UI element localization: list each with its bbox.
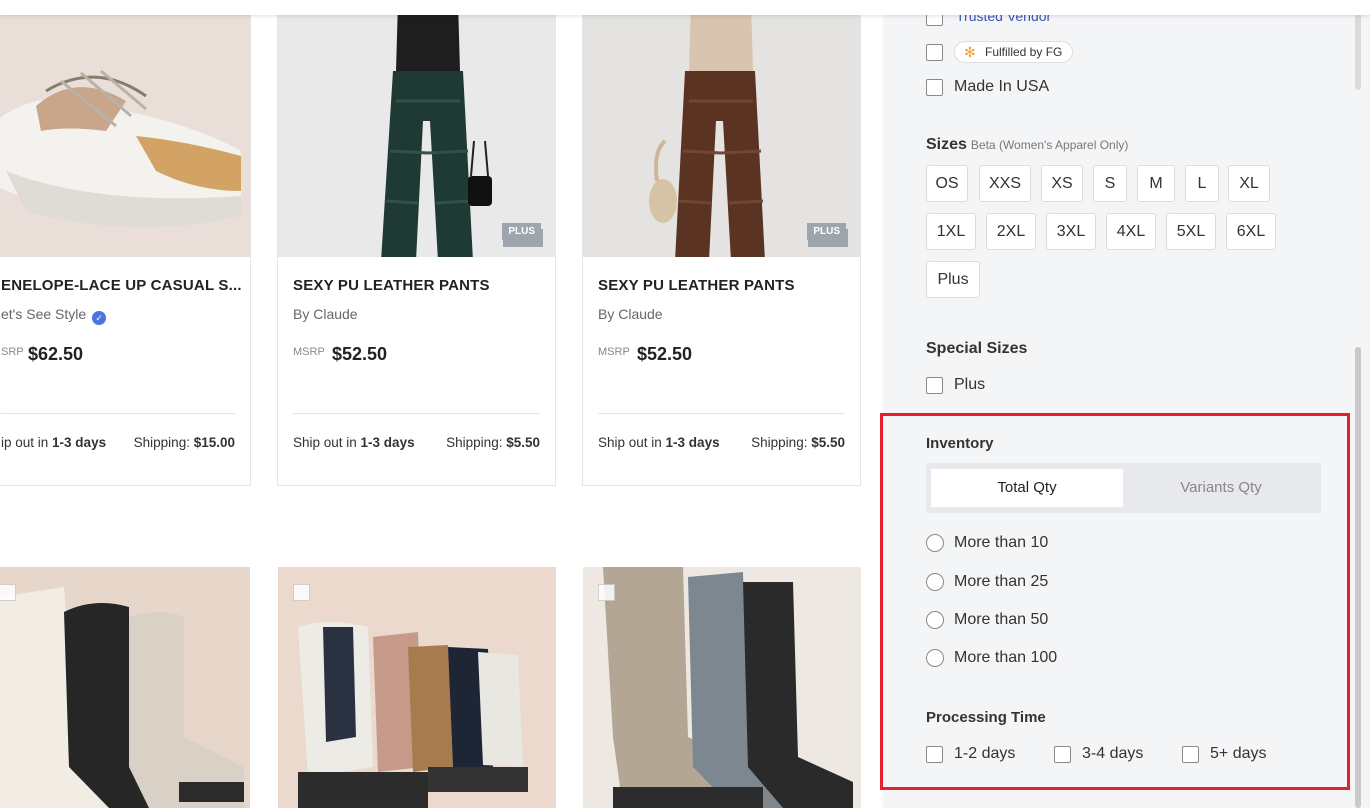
size-button-xl[interactable]: XL [1228, 165, 1270, 202]
ship-prefix: ip out in [1, 435, 53, 450]
ship-time: ip out in 1-3 days [1, 435, 106, 450]
product-card[interactable]: PLUS SEXY PU LEATHER PANTS By Claude MSR… [277, 0, 556, 486]
sizes-title-text: Sizes [926, 136, 967, 153]
product-price: $52.50 [332, 344, 388, 364]
shipping-label: Shipping: [751, 435, 812, 450]
size-button-os[interactable]: OS [926, 165, 968, 202]
filter-sidebar [883, 0, 1370, 808]
size-button-l[interactable]: L [1185, 165, 1219, 202]
sizes-title: Sizes Beta (Women's Apparel Only) [926, 136, 1128, 154]
product-select-checkbox[interactable] [598, 584, 615, 601]
product-vendor[interactable]: et's See Style ✓ [1, 306, 107, 325]
plus-badge: PLUS [502, 223, 541, 240]
made-in-usa-label[interactable]: Made In USA [954, 78, 1049, 96]
inventory-radio-25[interactable] [926, 573, 944, 591]
processing-3-4-checkbox[interactable] [1054, 746, 1071, 763]
shipping-value: $5.50 [811, 435, 845, 450]
product-title[interactable]: SEXY PU LEATHER PANTS [598, 277, 795, 294]
product-price: $62.50 [28, 344, 84, 364]
product-vendor[interactable]: By Claude [598, 306, 663, 322]
fulfilled-by-fg-label: Fulfilled by FG [985, 45, 1063, 59]
msrp-label: MSRP [293, 346, 325, 358]
sizes-beta-note: Beta (Women's Apparel Only) [970, 138, 1129, 152]
inventory-option-label[interactable]: More than 25 [954, 573, 1048, 591]
size-button-s[interactable]: S [1093, 165, 1127, 202]
product-select-checkbox[interactable] [0, 584, 16, 601]
size-button-xs[interactable]: XS [1041, 165, 1083, 202]
special-size-plus-checkbox[interactable] [926, 377, 943, 394]
fulfilled-by-fg-pill[interactable]: ✻ Fulfilled by FG [954, 41, 1074, 63]
inventory-option-label[interactable]: More than 50 [954, 611, 1048, 629]
verified-badge-icon: ✓ [92, 311, 107, 325]
tab-variants-qty[interactable]: Variants Qty [1126, 469, 1316, 507]
vendor-name[interactable]: et's See Style [1, 306, 86, 322]
product-image[interactable] [0, 567, 250, 808]
inventory-radio-100[interactable] [926, 649, 944, 667]
msrp-label: SRP [1, 346, 24, 358]
card-divider [1, 413, 235, 414]
ship-prefix: Ship out in [598, 435, 666, 450]
product-select-checkbox[interactable] [293, 584, 310, 601]
shipping-label: Shipping: [446, 435, 507, 450]
ship-time: Ship out in 1-3 days [598, 435, 720, 450]
size-button-plus[interactable]: Plus [926, 261, 980, 298]
ship-days: 1-3 days [665, 435, 720, 450]
size-button-6xl[interactable]: 6XL [1226, 213, 1276, 250]
product-card[interactable]: PLUS SEXY PU LEATHER PANTS By Claude MSR… [582, 0, 861, 486]
top-header-strip [0, 0, 1370, 15]
processing-option-label[interactable]: 3-4 days [1082, 745, 1143, 763]
processing-1-2-checkbox[interactable] [926, 746, 943, 763]
inventory-title: Inventory [926, 435, 994, 452]
product-vendor[interactable]: By Claude [293, 306, 358, 322]
msrp-label: MSRP [598, 346, 630, 358]
fulfilled-by-fg-checkbox[interactable] [926, 44, 943, 61]
sidebar-scrollbar-thumb[interactable] [1355, 347, 1361, 808]
processing-time-title: Processing Time [926, 709, 1046, 726]
tab-total-qty[interactable]: Total Qty [931, 469, 1123, 507]
product-image[interactable] [0, 1, 250, 257]
card-divider [598, 413, 845, 414]
shipping-label: Shipping: [133, 435, 194, 450]
page: ENELOPE-LACE UP CASUAL S... et's See Sty… [0, 0, 1370, 808]
special-sizes-title: Special Sizes [926, 340, 1028, 357]
size-button-2xl[interactable]: 2XL [986, 213, 1036, 250]
size-button-m[interactable]: M [1137, 165, 1175, 202]
inventory-qty-toggle: Total Qty Variants Qty [926, 463, 1321, 513]
inventory-radio-50[interactable] [926, 611, 944, 629]
ship-days: 1-3 days [360, 435, 415, 450]
ship-time: Ship out in 1-3 days [293, 435, 415, 450]
inventory-radio-10[interactable] [926, 534, 944, 552]
product-image[interactable] [583, 567, 861, 808]
ship-days: 1-3 days [52, 435, 107, 450]
card-divider [293, 413, 540, 414]
product-card[interactable]: ENELOPE-LACE UP CASUAL S... et's See Sty… [0, 0, 251, 486]
inventory-option-label[interactable]: More than 100 [954, 649, 1057, 667]
processing-option-label[interactable]: 1-2 days [954, 745, 1015, 763]
product-price: $52.50 [637, 344, 693, 364]
shipping-cost: Shipping: $5.50 [446, 435, 540, 450]
product-image[interactable] [278, 567, 556, 808]
ship-prefix: Ship out in [293, 435, 361, 450]
product-title[interactable]: ENELOPE-LACE UP CASUAL S... [1, 277, 242, 294]
product-image[interactable] [278, 1, 555, 257]
size-button-4xl[interactable]: 4XL [1106, 213, 1156, 250]
shipping-value: $15.00 [193, 435, 235, 450]
inventory-option-label[interactable]: More than 10 [954, 534, 1048, 552]
product-title[interactable]: SEXY PU LEATHER PANTS [293, 277, 490, 294]
product-image[interactable] [583, 1, 860, 257]
size-button-3xl[interactable]: 3XL [1046, 213, 1096, 250]
size-button-5xl[interactable]: 5XL [1166, 213, 1216, 250]
processing-5plus-checkbox[interactable] [1182, 746, 1199, 763]
size-button-1xl[interactable]: 1XL [926, 213, 976, 250]
shipping-cost: Shipping: $5.50 [751, 435, 845, 450]
plus-badge: PLUS [807, 223, 846, 240]
shipping-cost: Shipping: $15.00 [134, 435, 235, 450]
fg-logo-icon: ✻ [964, 44, 976, 60]
special-size-plus-label[interactable]: Plus [954, 376, 985, 394]
size-button-xxs[interactable]: XXS [979, 165, 1031, 202]
processing-option-label[interactable]: 5+ days [1210, 745, 1266, 763]
shipping-value: $5.50 [506, 435, 540, 450]
made-in-usa-checkbox[interactable] [926, 79, 943, 96]
